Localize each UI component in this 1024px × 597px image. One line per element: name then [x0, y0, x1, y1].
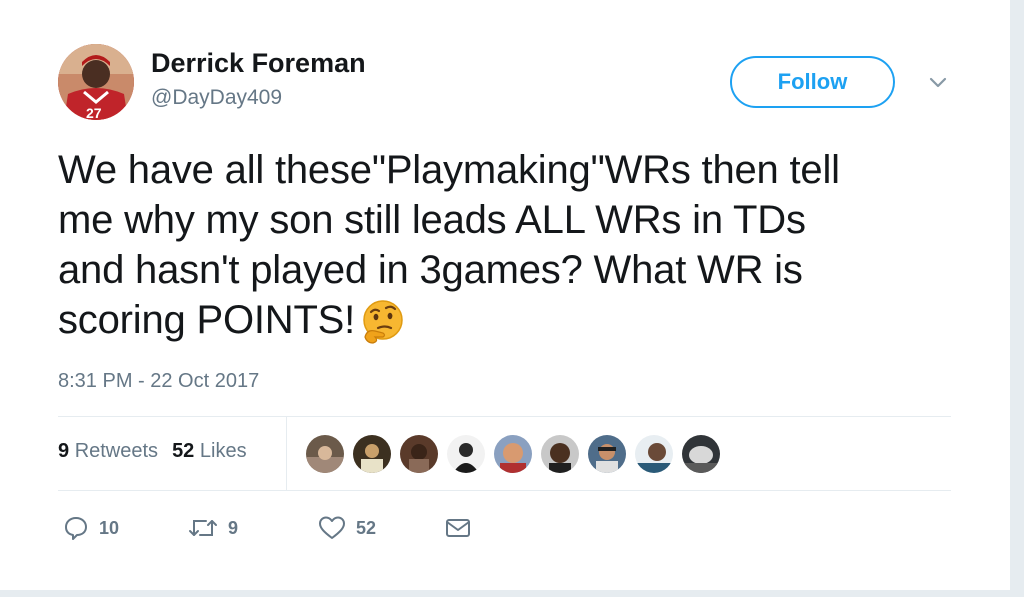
liker-avatar[interactable]: [493, 434, 533, 474]
reply-button[interactable]: 10: [63, 510, 119, 546]
divider: [286, 417, 287, 490]
follow-button[interactable]: Follow: [730, 56, 895, 108]
retweets-label: Retweets: [74, 440, 159, 462]
retweet-button[interactable]: 9: [188, 510, 238, 546]
page-edge: [0, 590, 1010, 597]
author-name[interactable]: Derrick Foreman: [151, 48, 366, 79]
tweet-text: We have all these"Playmaking"WRs then te…: [58, 145, 958, 345]
liker-avatar[interactable]: [352, 434, 392, 474]
liker-avatar[interactable]: [681, 434, 721, 474]
author-handle[interactable]: @DayDay409: [151, 86, 282, 110]
retweets-count: 9: [58, 440, 70, 462]
direct-message-button[interactable]: [444, 510, 472, 546]
reply-icon: [65, 517, 87, 540]
retweet-count: 9: [228, 517, 239, 538]
divider: [58, 490, 951, 491]
author-avatar[interactable]: 27: [58, 44, 134, 120]
divider: [58, 416, 951, 417]
liker-avatar[interactable]: [540, 434, 580, 474]
retweets-stat[interactable]: 9 Retweets: [58, 440, 158, 463]
tweet-line: scoring POINTS!: [58, 298, 356, 342]
liker-avatar[interactable]: [305, 434, 345, 474]
liker-avatar[interactable]: [634, 434, 674, 474]
liker-avatar[interactable]: [587, 434, 627, 474]
reply-count: 10: [99, 517, 120, 538]
likes-stat[interactable]: 52 Likes: [172, 440, 247, 463]
thinking-face-emoji: [359, 297, 407, 345]
like-count: 52: [356, 517, 377, 538]
like-button[interactable]: 52: [318, 510, 376, 546]
retweet-icon: [189, 520, 217, 536]
likes-label: Likes: [199, 440, 247, 462]
tweet-card: 27 Derrick Foreman @DayDay409 Follow We …: [0, 0, 1010, 597]
page-edge: [1010, 0, 1024, 597]
tweet-timestamp[interactable]: 8:31 PM - 22 Oct 2017: [58, 370, 259, 393]
tweet-line: me why my son still leads ALL WRs in TDs: [58, 198, 806, 242]
heart-icon: [319, 516, 345, 539]
tweet-line-last: scoring POINTS!: [58, 295, 958, 345]
chevron-down-icon[interactable]: [926, 70, 950, 94]
likes-count: 52: [172, 440, 195, 462]
svg-text:27: 27: [86, 105, 102, 120]
envelope-icon: [446, 519, 470, 537]
tweet-line: We have all these"Playmaking"WRs then te…: [58, 148, 840, 192]
liker-avatar[interactable]: [446, 434, 486, 474]
engagement-stats: 9 Retweets 52 Likes: [58, 440, 247, 463]
tweet-line: and hasn't played in 3games? What WR is: [58, 248, 803, 292]
liker-avatar[interactable]: [399, 434, 439, 474]
